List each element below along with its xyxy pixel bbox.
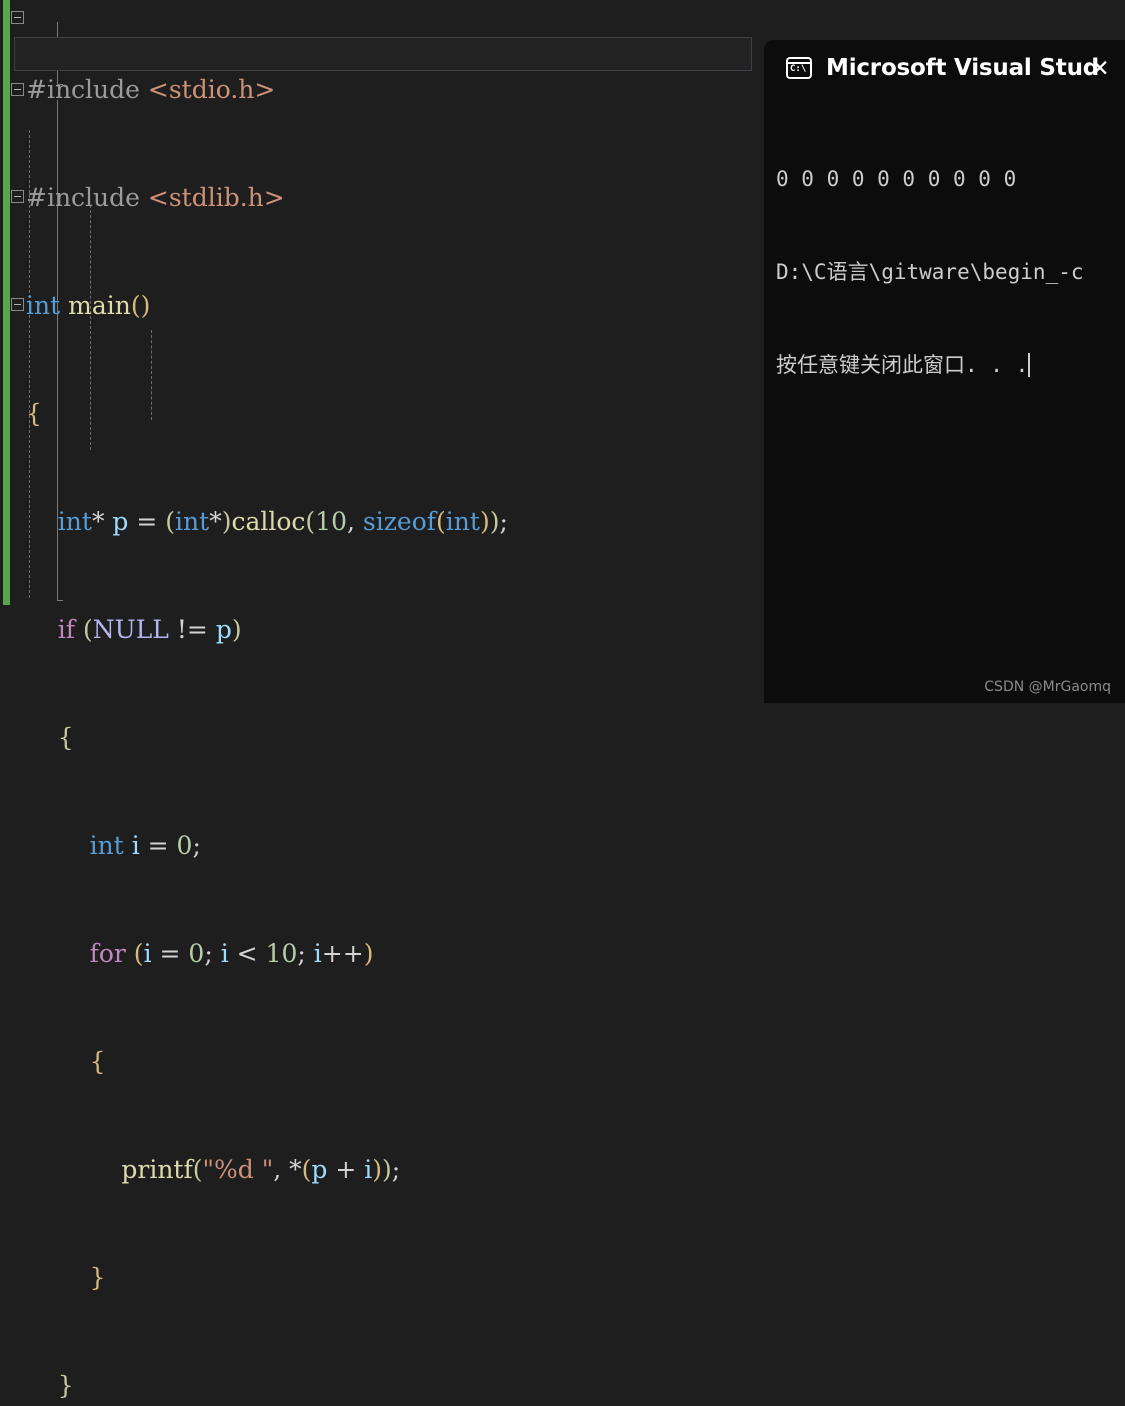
outline-guide-foot [57, 600, 63, 601]
console-window[interactable]: Microsoft Visual Stud ✕ 0 0 0 0 0 0 0 0 … [764, 40, 1125, 703]
code-line[interactable]: { [0, 396, 765, 432]
fold-toggle[interactable] [11, 11, 24, 24]
watermark-label: CSDN @MrGaomq [984, 679, 1111, 695]
code-line[interactable]: } [0, 1368, 765, 1404]
code-line[interactable]: printf("%d ", *(p + i)); [0, 1152, 765, 1188]
code-line[interactable]: if (NULL != p) [0, 612, 765, 648]
indent-guide [151, 330, 152, 420]
code-line[interactable]: int main() [0, 288, 765, 324]
terminal-icon [786, 57, 812, 79]
code-text[interactable]: #include <stdio.h> #include <stdlib.h> i… [0, 0, 765, 1400]
code-line[interactable]: #include <stdio.h> [0, 72, 765, 108]
code-line[interactable]: #include <stdlib.h> [0, 180, 765, 216]
console-title-bar[interactable]: Microsoft Visual Stud ✕ [764, 40, 1125, 96]
code-line[interactable]: int* p = (int*)calloc(10, sizeof(int)); [0, 504, 765, 540]
console-output: 0 0 0 0 0 0 0 0 0 0 D:\C语言\gitware\begin… [764, 96, 1125, 443]
console-output-line-with-caret: 按任意键关闭此窗口. . . [776, 350, 1125, 381]
code-line[interactable]: for (i = 0; i < 10; i++) [0, 936, 765, 972]
console-output-text: 按任意键关闭此窗口. . . [776, 353, 1029, 377]
console-output-line: D:\C语言\gitware\begin_-c [776, 260, 1084, 284]
text-caret [1028, 353, 1031, 377]
console-output-line: 0 0 0 0 0 0 0 0 0 0 [776, 167, 1017, 191]
code-line[interactable]: int i = 0; [0, 828, 765, 864]
code-line[interactable]: } [0, 1260, 765, 1296]
current-line-highlight [14, 37, 752, 71]
console-window-title: Microsoft Visual Stud [826, 55, 1100, 81]
indent-guide [90, 205, 91, 450]
fold-toggle[interactable] [11, 190, 24, 203]
code-line[interactable]: { [0, 1044, 765, 1080]
close-icon[interactable]: ✕ [1085, 54, 1115, 84]
fold-toggle[interactable] [11, 83, 24, 96]
code-line[interactable]: { [0, 720, 765, 756]
fold-toggle[interactable] [11, 298, 24, 311]
